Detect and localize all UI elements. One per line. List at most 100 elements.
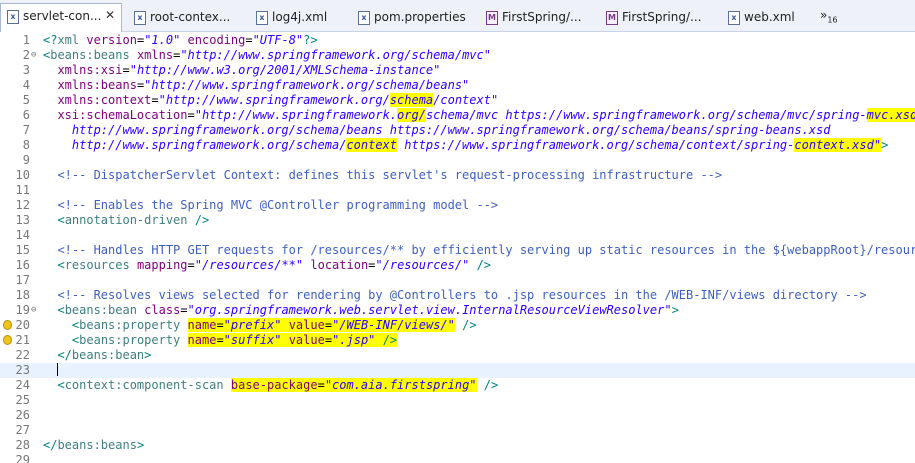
code-token: beans:bean xyxy=(71,348,145,362)
code-token: version xyxy=(86,33,137,47)
code-line[interactable]: 27 xyxy=(0,423,915,438)
code-line[interactable]: 25 xyxy=(0,393,915,408)
code-line[interactable]: 10 <!-- DispatcherServlet Context: defin… xyxy=(0,168,915,183)
code-line[interactable]: 23 xyxy=(0,363,915,378)
code-text: http://www.springframework.org/schema/be… xyxy=(43,123,831,138)
code-token: <!-- Resolves views selected for renderi… xyxy=(57,288,867,302)
line-number: 11 xyxy=(15,183,30,197)
code-token: xml xyxy=(57,33,80,47)
tab-2[interactable]: x root-contex... xyxy=(128,5,246,31)
code-text: <resources mapping="/resources/**" locat… xyxy=(43,258,491,273)
maven-pom-icon: M xyxy=(486,11,498,25)
code-line[interactable]: 19 ⊖ <beans:bean class="org.springframewo… xyxy=(0,303,915,318)
code-text: http://www.springframework.org/schema/co… xyxy=(43,138,888,153)
code-line[interactable]: 4 xmlns:beans="http://www.springframewor… xyxy=(0,78,915,93)
line-number: 14 xyxy=(15,228,30,242)
tab-5[interactable]: M FirstSpring/... xyxy=(480,5,596,31)
code-line[interactable]: 24 <context:component-scan base-package=… xyxy=(0,378,915,393)
tab-3[interactable]: x log4j.xml xyxy=(250,5,348,31)
code-line[interactable]: 28 </beans:beans> xyxy=(0,438,915,453)
code-line[interactable]: 11 xyxy=(0,183,915,198)
code-line[interactable]: 6 xsi:schemaLocation="http://www.springf… xyxy=(0,108,915,123)
code-text: <annotation-driven /> xyxy=(43,213,209,228)
code-line[interactable]: 1 <?xml version="1.0" encoding="UTF-8"?> xyxy=(0,33,915,48)
code-text: <!-- Enables the Spring MVC @Controller … xyxy=(43,198,498,213)
code-line[interactable]: 8 http://www.springframework.org/schema/… xyxy=(0,138,915,153)
code-text xyxy=(43,363,59,378)
code-token: > xyxy=(136,438,145,452)
highlighted-token: = xyxy=(317,378,325,392)
code-token: /> xyxy=(462,318,477,332)
code-token: xmlns:xsi xyxy=(57,63,123,77)
fold-toggle-icon[interactable]: ⊖ xyxy=(31,48,36,63)
code-token: = xyxy=(245,33,253,47)
code-line[interactable]: 21 <beans:property name="suffix" value="… xyxy=(0,333,915,348)
highlighted-token: /> xyxy=(382,333,398,347)
line-number: 6 xyxy=(22,108,30,122)
code-token: "/resources/" xyxy=(375,258,470,272)
code-text: <!-- DispatcherServlet Context: defines … xyxy=(43,168,722,183)
warning-marker-icon[interactable] xyxy=(3,335,12,345)
code-text: </beans:beans> xyxy=(43,438,144,453)
code-line[interactable]: 20 <beans:property name="prefix" value="… xyxy=(0,318,915,333)
code-line[interactable]: 18 <!-- Resolves views selected for rend… xyxy=(0,288,915,303)
code-line[interactable]: 17 xyxy=(0,273,915,288)
code-token: http://www.springframework.org/schema/ xyxy=(43,138,347,152)
tab-6[interactable]: M FirstSpring/... xyxy=(600,5,718,31)
tab-label: log4j.xml xyxy=(272,10,328,24)
code-token: encoding xyxy=(187,33,246,47)
code-token: = xyxy=(187,258,195,272)
fold-toggle-icon[interactable]: ⊖ xyxy=(31,303,36,318)
code-line[interactable]: 3 xmlns:xsi="http://www.w3.org/2001/XMLS… xyxy=(0,63,915,78)
code-token: "org.springframework.web.servlet.view.In… xyxy=(187,303,672,317)
properties-file-icon: x xyxy=(358,11,370,25)
tab-1[interactable]: x servlet-con... ✕ xyxy=(0,3,122,32)
code-line[interactable]: 16 <resources mapping="/resources/**" lo… xyxy=(0,258,915,273)
tab-7[interactable]: x web.xml xyxy=(722,5,818,31)
code-token: beans:beans xyxy=(50,48,130,62)
tab-label: FirstSpring/... xyxy=(502,10,582,24)
code-line[interactable]: 14 xyxy=(0,228,915,243)
code-line[interactable]: 2 ⊖ <beans:beans xmlns="http://www.springf… xyxy=(0,48,915,63)
code-token: < xyxy=(57,303,65,317)
code-line[interactable]: 22 </beans:bean> xyxy=(0,348,915,363)
code-line[interactable]: 26 xyxy=(0,408,915,423)
highlighted-token: = xyxy=(324,318,333,332)
code-token: < xyxy=(57,258,65,272)
code-token: xmlns:context xyxy=(57,93,152,107)
code-text: <beans:property name="prefix" value="/WE… xyxy=(43,318,477,333)
code-text: <!-- Resolves views selected for renderi… xyxy=(43,288,867,303)
code-line[interactable]: 29 xyxy=(0,453,915,463)
code-token: class xyxy=(144,303,181,317)
highlighted-token: name xyxy=(187,318,217,332)
code-text: </beans:bean> xyxy=(43,348,151,363)
code-token: "http://www.w3.org/2001/XMLSchema-instan… xyxy=(129,63,441,77)
code-line[interactable]: 13 <annotation-driven /> xyxy=(0,213,915,228)
tab-label: pom.properties xyxy=(374,10,466,24)
code-line[interactable]: 9 xyxy=(0,153,915,168)
tab-4[interactable]: x pom.properties xyxy=(352,5,476,31)
code-token: = xyxy=(122,63,130,77)
code-text: <context:component-scan base-package="co… xyxy=(43,378,498,393)
code-line[interactable]: 15 <!-- Handles HTTP GET requests for /r… xyxy=(0,243,915,258)
warning-marker-icon[interactable] xyxy=(3,320,12,330)
tab-overflow-button[interactable]: »16 xyxy=(820,8,838,24)
code-text: xmlns:xsi="http://www.w3.org/2001/XMLSch… xyxy=(43,63,440,78)
code-line[interactable]: 5 xmlns:context="http://www.springframew… xyxy=(0,93,915,108)
code-editor[interactable]: 1 <?xml version="1.0" encoding="UTF-8"?> 2… xyxy=(0,32,915,463)
code-token: < xyxy=(57,213,65,227)
close-tab-icon[interactable]: ✕ xyxy=(105,8,115,22)
highlighted-token: mvc.xsd xyxy=(866,108,915,122)
code-token: = xyxy=(187,108,195,122)
code-line[interactable]: 7 http://www.springframework.org/schema/… xyxy=(0,123,915,138)
line-number: 22 xyxy=(15,348,30,362)
code-line[interactable]: 12 <!-- Enables the Spring MVC @Controll… xyxy=(0,198,915,213)
highlighted-token: base-package xyxy=(230,378,318,392)
